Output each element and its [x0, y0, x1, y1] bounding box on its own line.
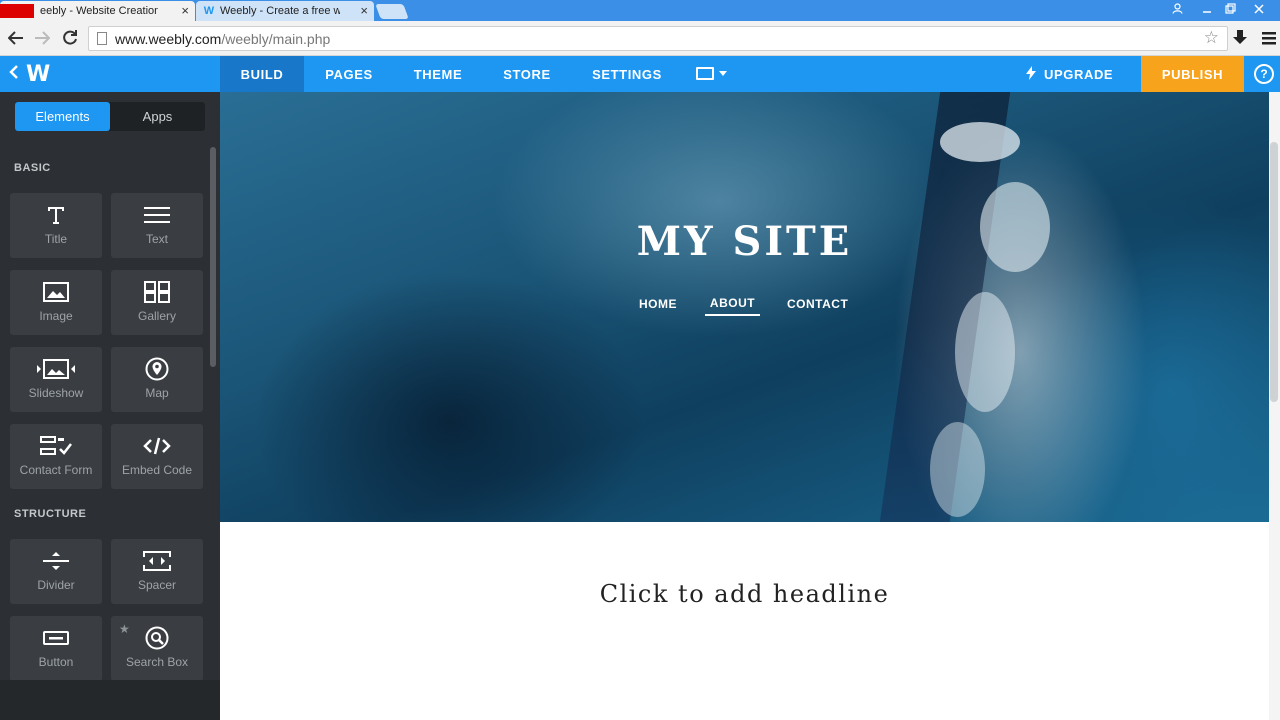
menu-hamburger-icon[interactable]	[1258, 27, 1280, 49]
bookmark-star-icon[interactable]: ☆	[1204, 28, 1219, 48]
element-label: Contact Form	[19, 463, 93, 477]
sidebar-footer	[0, 680, 220, 720]
element-button[interactable]: Button	[10, 616, 102, 681]
text-icon	[137, 203, 177, 227]
browser-toolbar: www.weebly.com/weebly/main.php ☆	[0, 21, 1280, 56]
headline-placeholder[interactable]: Click to add headline	[220, 580, 1269, 608]
element-map[interactable]: Map	[111, 347, 203, 412]
element-label: Button	[38, 655, 74, 669]
url-host: www.weebly.com	[115, 30, 222, 47]
water-splash	[955, 292, 1015, 412]
site-title[interactable]: MY SITE	[220, 218, 1269, 265]
element-label: Slideshow	[28, 386, 84, 400]
element-contact-form[interactable]: Contact Form	[10, 424, 102, 489]
tab-title: Weebly - Create a free we	[220, 5, 340, 17]
url-path: /weebly/main.php	[221, 30, 331, 47]
back-arrow-icon[interactable]	[5, 27, 27, 49]
button-icon	[36, 626, 76, 650]
nav-build[interactable]: BUILD	[220, 56, 304, 92]
browser-tab-bar: eebly - Website Creation × W Weebly - Cr…	[0, 0, 1280, 21]
element-search-box[interactable]: ★ Search Box	[111, 616, 203, 681]
canvas-scrollbar[interactable]	[1270, 142, 1278, 402]
elements-sidebar: Elements Apps BASIC Title Text Image Gal…	[0, 92, 220, 720]
element-label: Title	[44, 232, 68, 246]
code-icon	[137, 434, 177, 458]
slideshow-icon	[36, 357, 76, 381]
nav-pages[interactable]: PAGES	[310, 56, 388, 92]
site-nav-about[interactable]: ABOUT	[705, 292, 760, 316]
gallery-icon	[137, 280, 177, 304]
close-window-icon[interactable]	[1247, 0, 1271, 17]
element-label: Divider	[37, 578, 75, 592]
new-tab-button[interactable]	[375, 4, 409, 19]
element-embed-code[interactable]: Embed Code	[111, 424, 203, 489]
element-gallery[interactable]: Gallery	[111, 270, 203, 335]
download-icon[interactable]	[1229, 27, 1251, 49]
site-nav-contact[interactable]: CONTACT	[787, 292, 848, 316]
element-label: Embed Code	[121, 463, 193, 477]
tab-elements[interactable]: Elements	[15, 102, 110, 131]
editor-top-bar: W BUILD PAGES THEME STORE SETTINGS UPGRA…	[0, 56, 1280, 92]
divider-icon	[36, 549, 76, 573]
site-canvas: MY SITE HOME ABOUT CONTACT Click to add …	[220, 92, 1280, 720]
tab-close-icon[interactable]: ×	[181, 3, 189, 18]
water-splash	[930, 422, 985, 517]
restore-window-icon[interactable]	[1218, 0, 1242, 17]
water-splash	[940, 122, 1020, 162]
section-label-structure: STRUCTURE	[14, 508, 87, 520]
chevron-down-icon[interactable]	[719, 71, 727, 76]
premium-star-icon: ★	[119, 622, 130, 636]
element-image[interactable]: Image	[10, 270, 102, 335]
contact-form-icon	[36, 434, 76, 458]
section-label-basic: BASIC	[14, 162, 51, 174]
nav-settings[interactable]: SETTINGS	[582, 56, 672, 92]
user-profile-icon[interactable]	[1165, 0, 1189, 17]
element-slideshow[interactable]: Slideshow	[10, 347, 102, 412]
element-title[interactable]: Title	[10, 193, 102, 258]
forward-arrow-icon[interactable]	[31, 27, 53, 49]
spacer-icon	[137, 549, 177, 573]
lightning-icon	[1026, 65, 1036, 83]
search-icon	[137, 626, 177, 650]
tab-apps[interactable]: Apps	[110, 102, 205, 131]
nav-store[interactable]: STORE	[490, 56, 564, 92]
sidebar-tab-switch: Elements Apps	[15, 102, 205, 131]
page-icon	[97, 32, 107, 45]
map-pin-icon	[137, 357, 177, 381]
publish-button[interactable]: PUBLISH	[1141, 56, 1244, 92]
reload-icon[interactable]	[59, 27, 81, 49]
browser-tab-active[interactable]: eebly - Website Creation ×	[0, 1, 195, 21]
help-icon[interactable]: ?	[1254, 64, 1274, 84]
sidebar-scrollbar[interactable]	[210, 147, 216, 367]
element-spacer[interactable]: Spacer	[111, 539, 203, 604]
element-text[interactable]: Text	[111, 193, 203, 258]
tab-title: eebly - Website Creation	[40, 5, 158, 17]
back-chevron-icon[interactable]	[8, 64, 22, 84]
title-icon	[36, 203, 76, 227]
weebly-favicon-icon: W	[203, 5, 215, 17]
site-nav-home[interactable]: HOME	[639, 292, 677, 316]
tab-close-icon[interactable]: ×	[360, 3, 368, 18]
desktop-view-icon[interactable]	[696, 67, 714, 80]
element-label: Map	[145, 386, 169, 400]
upgrade-button[interactable]: UPGRADE	[1026, 56, 1113, 92]
upgrade-label: UPGRADE	[1044, 66, 1114, 82]
element-label: Gallery	[137, 309, 176, 323]
element-label: Search Box	[125, 655, 189, 669]
recording-indicator-icon	[0, 4, 34, 18]
element-label: Text	[145, 232, 168, 246]
element-divider[interactable]: Divider	[10, 539, 102, 604]
nav-theme[interactable]: THEME	[400, 56, 476, 92]
element-label: Image	[39, 309, 73, 323]
image-icon	[36, 280, 76, 304]
weebly-logo-icon[interactable]: W	[26, 62, 54, 87]
element-label: Spacer	[137, 578, 177, 592]
browser-tab-inactive[interactable]: W Weebly - Create a free we ×	[196, 1, 374, 21]
minimize-window-icon[interactable]	[1195, 0, 1219, 17]
address-bar[interactable]: www.weebly.com/weebly/main.php ☆	[88, 26, 1228, 51]
hero-banner[interactable]: MY SITE HOME ABOUT CONTACT	[220, 92, 1269, 522]
